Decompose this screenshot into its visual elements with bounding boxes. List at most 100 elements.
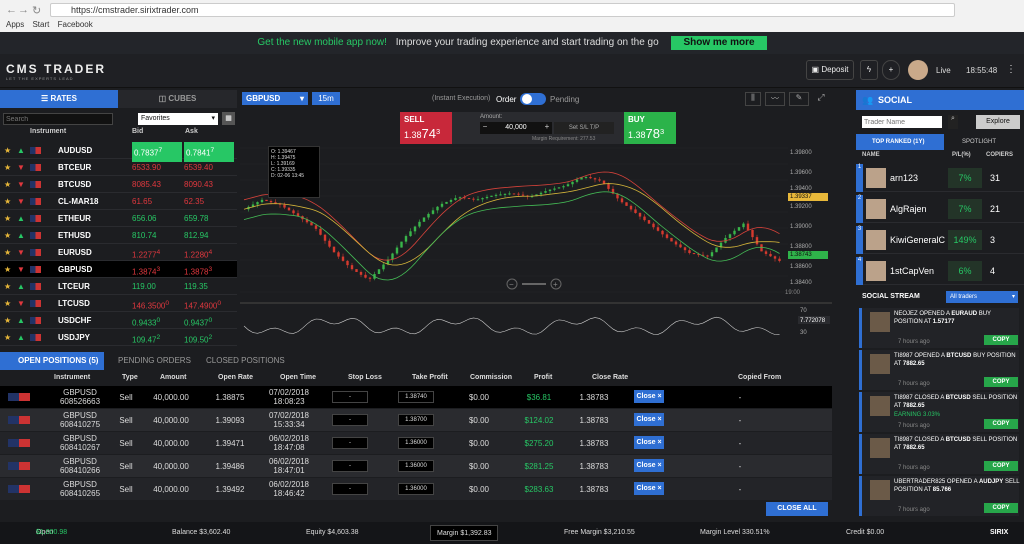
column-header[interactable]: Copied From [738,374,781,381]
column-header[interactable]: Amount [160,374,186,381]
tab-cubes[interactable]: ◫ CUBES [118,90,237,108]
column-header[interactable]: Open Time [280,374,316,381]
column-header[interactable]: Take Profit [412,374,448,381]
explore-button[interactable]: Explore [976,115,1020,129]
stream-filter-select[interactable]: All traders ▾ [946,291,1018,303]
star-icon[interactable]: ★ [4,227,11,244]
star-icon[interactable]: ★ [4,261,11,278]
trader-row[interactable]: 3 KiwiGeneralC 149% 3 [856,226,1024,254]
order-toggle[interactable] [520,93,546,105]
rate-row[interactable]: ★ ▼ LTCUSD 146.35000 147.49000 [0,295,237,312]
rate-row[interactable]: ★ ▲ USDCHF 0.94330 0.94370 [0,312,237,329]
trader-search-input[interactable] [862,116,942,128]
star-icon[interactable]: ★ [4,278,11,295]
stop-loss-input[interactable]: - [332,437,368,449]
amount-input[interactable]: 40,000 [490,122,542,134]
lightning-icon[interactable]: ϟ [860,60,878,80]
stop-loss-input[interactable]: - [332,483,368,495]
star-icon[interactable]: ★ [4,193,11,210]
star-icon[interactable]: ★ [4,176,11,193]
trader-row[interactable]: 2 AlgRajen 7% 21 [856,195,1024,223]
rate-row[interactable]: ★ ▲ ETHUSD 810.74 812.94 [0,227,237,244]
tab-open-positions[interactable]: OPEN POSITIONS (5) [0,352,104,370]
trader-row[interactable]: 4 1stCapVen 6% 4 [856,257,1024,285]
star-icon[interactable]: ★ [4,312,11,329]
position-row[interactable]: GBPUSD 608410267 Sell 40,000.00 1.39471 06/02… [0,432,832,454]
symbol-select[interactable]: GBPUSD ▾ [242,92,308,105]
stop-loss-input[interactable]: - [332,460,368,472]
trader-row[interactable]: 1 arn123 7% 31 [856,164,1024,192]
star-icon[interactable]: ★ [4,210,11,227]
column-header[interactable]: Profit [534,374,552,381]
price-chart[interactable]: 1.39800 1.39600 1.39400 1.39337 1.39200 1.390… [240,108,832,350]
timeframe-button[interactable]: 15m [312,92,340,105]
more-icon[interactable]: ⋮ [1006,64,1016,75]
copy-button[interactable]: COPY [984,461,1018,471]
close-all-button[interactable]: CLOSE ALL [766,502,828,516]
draw-icon[interactable]: ✎ [789,92,809,106]
rate-row[interactable]: ★ ▲ USDJPY 109.472 109.502 [0,329,237,346]
copy-button[interactable]: COPY [984,377,1018,387]
search-icon[interactable]: ⌕ [948,115,958,129]
back-icon[interactable]: ← [6,4,17,16]
tab-closed-positions[interactable]: CLOSED POSITIONS [206,352,296,370]
tab-top-ranked[interactable]: TOP RANKED (1Y) [856,134,944,150]
tab-spotlight[interactable]: SPOTLIGHT [944,134,1024,150]
bookmark-facebook[interactable]: Facebook [58,20,93,29]
close-position-button[interactable]: Close × [634,436,664,449]
rate-row[interactable]: ★ ▲ AUDUSD 0.78377 0.78417 [0,142,237,162]
fullscreen-icon[interactable]: ⤢ [813,92,829,106]
buy-button[interactable]: BUY 1.38783 [624,112,676,144]
rate-row[interactable]: ★ ▼ BTCEUR 6533.90 6539.40 [0,159,237,176]
close-position-button[interactable]: Close × [634,413,664,426]
column-header[interactable]: Commission [470,374,512,381]
column-header[interactable]: Open Rate [218,374,253,381]
star-icon[interactable]: ★ [4,159,11,176]
bookmark-start[interactable]: Start [32,20,49,29]
rate-row[interactable]: ★ ▼ EURUSD 1.22774 1.22804 [0,244,237,261]
rate-row[interactable]: ★ ▲ LTCEUR 119.00 119.35 [0,278,237,295]
amount-decrease[interactable]: − [480,122,490,134]
indicators-icon[interactable]: ⫼ [745,92,761,106]
star-icon[interactable]: ★ [4,244,11,261]
line-chart-icon[interactable]: 〰 [765,92,785,106]
close-position-button[interactable]: Close × [634,482,664,495]
position-row[interactable]: GBPUSD 608526663 Sell 40,000.00 1.38875 07/02… [0,386,832,408]
forward-icon[interactable]: → [18,4,29,16]
avatar[interactable] [908,60,928,80]
tab-pending-orders[interactable]: PENDING ORDERS [118,352,198,370]
bookmark-apps[interactable]: Apps [6,20,24,29]
rate-row[interactable]: ★ ▼ GBPUSD 1.38743 1.38783 [0,261,237,278]
column-header[interactable]: Type [122,374,138,381]
copy-button[interactable]: COPY [984,335,1018,345]
amount-increase[interactable]: + [542,122,552,134]
close-position-button[interactable]: Close × [634,390,664,403]
rate-row[interactable]: ★ ▲ ETHEUR 656.06 659.78 [0,210,237,227]
rate-row[interactable]: ★ ▼ BTCUSD 8085.43 8090.43 [0,176,237,193]
tab-rates[interactable]: ☰ RATES [0,90,118,108]
stop-loss-input[interactable]: - [332,414,368,426]
take-profit-input[interactable]: 1.36000 [398,460,434,472]
star-icon[interactable]: ★ [4,142,11,159]
address-bar[interactable]: https://cmstrader.sirixtrader.com [50,3,955,17]
take-profit-input[interactable]: 1.38740 [398,391,434,403]
set-sltp-button[interactable]: Set S/L T/P [554,122,614,134]
position-row[interactable]: GBPUSD 608410275 Sell 40,000.00 1.39093 07/02… [0,409,832,431]
rates-search-input[interactable] [3,113,113,125]
column-header[interactable]: Stop Loss [348,374,382,381]
star-icon[interactable]: ★ [4,295,11,312]
reload-icon[interactable]: ↻ [32,4,41,17]
copy-button[interactable]: COPY [984,503,1018,513]
show-more-button[interactable]: Show me more [671,36,767,50]
favorites-select[interactable]: Favorites ▾ [138,113,218,125]
column-header[interactable]: Instrument [54,374,90,381]
take-profit-input[interactable]: 1.38700 [398,414,434,426]
column-header[interactable]: Close Rate [592,374,628,381]
add-icon[interactable]: + [882,60,900,80]
take-profit-input[interactable]: 1.36000 [398,437,434,449]
stop-loss-input[interactable]: - [332,391,368,403]
star-icon[interactable]: ★ [4,329,11,346]
close-position-button[interactable]: Close × [634,459,664,472]
grid-view-icon[interactable]: ▦ [222,112,235,125]
position-row[interactable]: GBPUSD 608410265 Sell 40,000.00 1.39492 06/02… [0,478,832,500]
